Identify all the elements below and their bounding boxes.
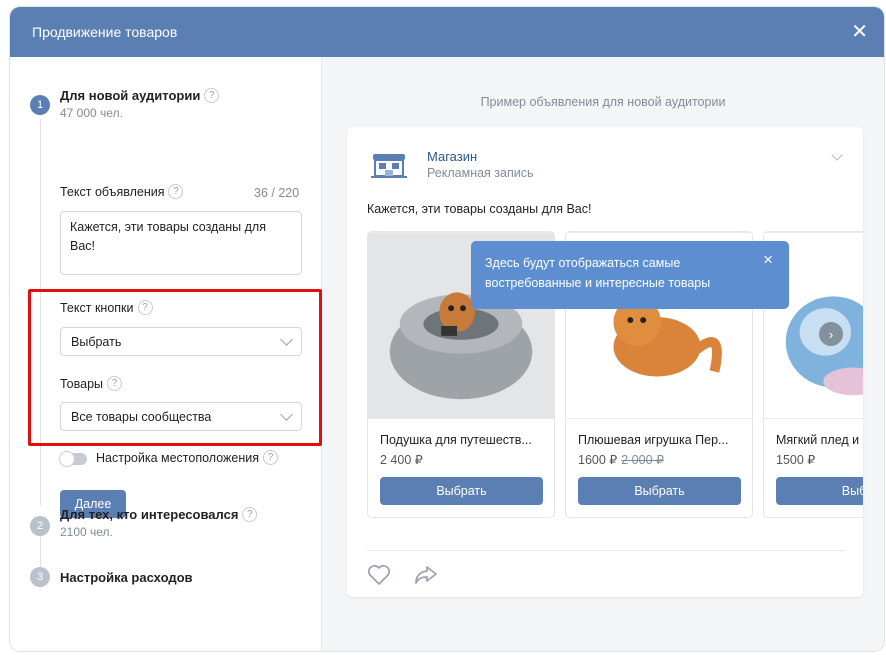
post-text: Кажется, эти товары созданы для Вас! [367, 202, 592, 216]
preview-panel: Пример объявления для новой аудитории Ма… [322, 57, 884, 651]
step-1-badge: 1 [30, 95, 50, 115]
close-icon[interactable]: × [763, 251, 773, 268]
step-2-title[interactable]: Для тех, кто интересовался ? [60, 507, 258, 522]
old-price: 2 000 ₽ [621, 453, 664, 467]
step-1-audience-size: 47 000 чел. [60, 106, 123, 120]
help-icon[interactable]: ? [263, 450, 279, 465]
ad-text-field[interactable]: Кажется, эти товары созданы для Вас! [60, 211, 302, 275]
product-select-button[interactable]: Выбрать [380, 477, 543, 505]
step-3-badge: 3 [30, 567, 50, 587]
toggle-knob [59, 451, 75, 467]
modal-title: Продвижение товаров [32, 24, 178, 40]
chevron-down-icon [280, 332, 293, 346]
help-icon[interactable]: ? [137, 300, 153, 315]
help-icon[interactable]: ? [204, 88, 220, 103]
product-title: Плюшевая игрушка Пер... [578, 433, 729, 447]
ad-text-label: Текст объявления ? [60, 184, 184, 199]
step-1-title[interactable]: Для новой аудитории ? [60, 88, 220, 103]
help-icon[interactable]: ? [107, 376, 122, 391]
button-text-select[interactable]: Выбрать [60, 327, 302, 356]
product-price: 1600 ₽2 000 ₽ [578, 453, 664, 467]
shop-subtitle: Рекламная запись [427, 166, 534, 180]
ad-text-counter: 36 / 220 [254, 186, 300, 200]
step-3-title[interactable]: Настройка расходов [60, 570, 193, 585]
product-price: 1500 ₽ [776, 453, 816, 467]
product-title: Подушка для путешеств... [380, 433, 532, 447]
chevron-down-icon[interactable] [831, 149, 843, 161]
close-icon[interactable]: ✕ [851, 22, 868, 42]
step-2-audience-size: 2100 чел. [60, 525, 113, 539]
product-select-button[interactable]: Выбрать [578, 477, 741, 505]
shop-name[interactable]: Магазин [427, 149, 477, 164]
settings-panel: 1 Для новой аудитории ? 47 000 чел. Текс… [10, 57, 322, 651]
ad-post-preview: Магазин Рекламная запись Кажется, эти то… [347, 127, 863, 597]
chevron-down-icon [280, 407, 293, 421]
location-label: Настройка местоположения ? [96, 450, 279, 465]
location-toggle[interactable] [59, 451, 87, 467]
promo-modal: Продвижение товаров ✕ 1 Для новой аудито… [10, 7, 884, 651]
share-icon[interactable] [413, 564, 439, 586]
step-2-badge: 2 [30, 516, 50, 536]
products-select[interactable]: Все товары сообщества [60, 402, 302, 431]
carousel-next-icon[interactable]: › [819, 322, 843, 346]
button-text-label: Текст кнопки ? [60, 300, 153, 315]
product-price: 2 400 ₽ [380, 453, 423, 467]
divider [367, 550, 845, 551]
shop-avatar [371, 154, 407, 178]
products-label: Товары ? [60, 376, 122, 391]
product-title: Мягкий плед и [776, 433, 860, 447]
help-icon[interactable]: ? [242, 507, 258, 522]
modal-header: Продвижение товаров ✕ [10, 7, 884, 57]
heart-icon[interactable] [367, 564, 391, 586]
help-icon[interactable]: ? [168, 184, 184, 199]
preview-caption: Пример объявления для новой аудитории [480, 95, 726, 109]
product-select-button[interactable]: Выбр [776, 477, 863, 505]
info-tooltip: Здесь будут отображаться самые востребов… [471, 241, 789, 309]
